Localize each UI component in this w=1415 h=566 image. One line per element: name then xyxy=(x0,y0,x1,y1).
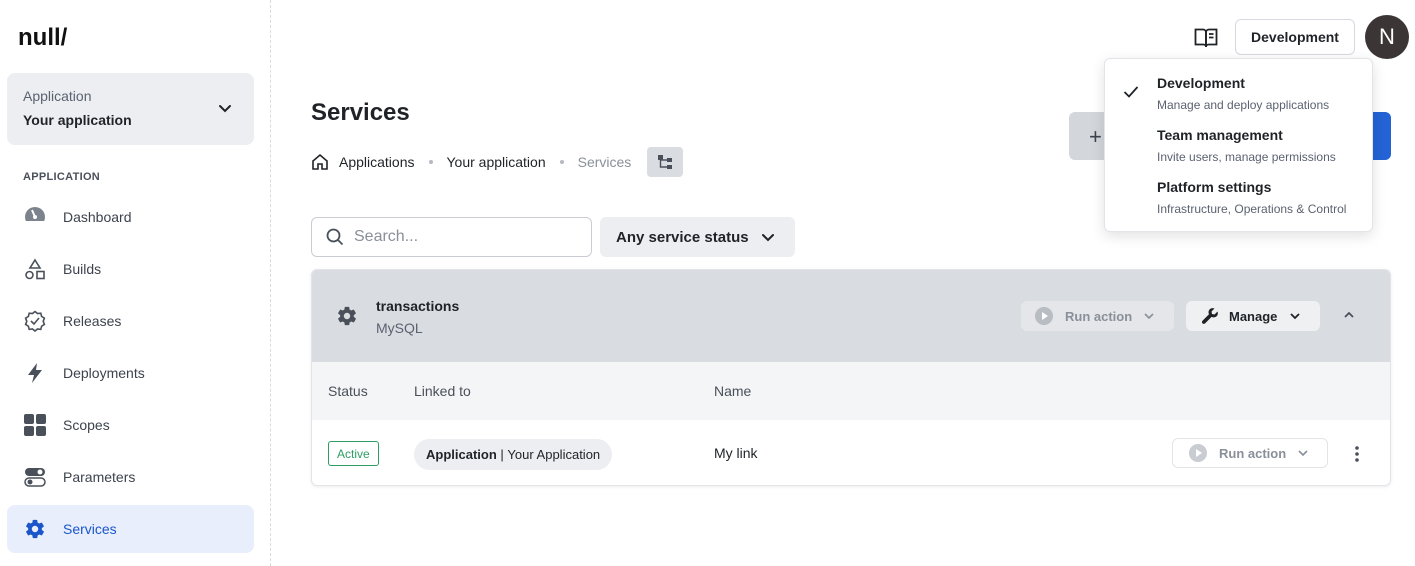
menu-item-description: Manage and deploy applications xyxy=(1157,98,1330,112)
chevron-down-icon xyxy=(1290,313,1301,320)
linked-to-kind: Application xyxy=(426,447,497,462)
service-status-filter-label: Any service status xyxy=(616,228,749,246)
breadcrumb-separator xyxy=(428,160,433,164)
check-icon xyxy=(1123,86,1139,98)
breadcrumb-your-application[interactable]: Your application xyxy=(447,154,546,170)
run-action-label: Run action xyxy=(1219,445,1287,461)
status-badge: Active xyxy=(328,441,379,466)
linked-to-chip[interactable]: Application | Your Application xyxy=(414,439,613,470)
toggles-icon xyxy=(23,465,47,489)
menu-item-development[interactable]: Development Manage and deploy applicatio… xyxy=(1105,59,1372,112)
sidebar-section-label: APPLICATION xyxy=(23,171,101,183)
sidebar-item-deployments[interactable]: Deployments xyxy=(7,349,254,397)
menu-item-title: Team management xyxy=(1157,127,1283,143)
bolt-icon xyxy=(23,361,47,385)
linked-to-name: Your Application xyxy=(507,447,601,462)
book-open-icon[interactable] xyxy=(1194,27,1218,49)
gear-icon xyxy=(338,306,356,326)
avatar[interactable]: N xyxy=(1365,15,1409,59)
sidebar-item-label: Services xyxy=(63,521,117,537)
breadcrumb-separator xyxy=(559,160,564,164)
play-action-icon xyxy=(1035,307,1053,325)
sidebar-item-label: Parameters xyxy=(63,469,136,485)
search-input[interactable] xyxy=(354,228,574,246)
chevron-down-icon xyxy=(1298,450,1308,457)
sidebar-item-releases[interactable]: Releases xyxy=(7,297,254,345)
column-name: Name xyxy=(714,383,752,399)
wrench-icon xyxy=(1201,308,1218,324)
linked-to-separator: | xyxy=(496,447,508,462)
sidebar-item-label: Releases xyxy=(63,313,122,329)
breadcrumb-services: Services xyxy=(577,154,632,170)
run-action-label: Run action xyxy=(1065,308,1133,324)
service-name: transactions xyxy=(376,298,460,314)
chevron-down-icon xyxy=(761,234,774,242)
row-run-action-button[interactable]: Run action xyxy=(1172,438,1328,468)
gear-icon xyxy=(23,517,47,541)
manage-label: Manage xyxy=(1229,308,1278,324)
sidebar-item-services[interactable]: Services xyxy=(7,505,254,553)
link-name: My link xyxy=(714,445,758,461)
sidebar-item-label: Builds xyxy=(63,261,102,277)
menu-item-description: Invite users, manage permissions xyxy=(1157,150,1336,164)
menu-item-team-management[interactable]: Team management Invite users, manage per… xyxy=(1105,111,1372,164)
page-title: Services xyxy=(311,99,410,126)
badge-check-icon xyxy=(23,309,47,333)
sidebar-item-label: Deployments xyxy=(63,365,145,381)
chevron-down-icon xyxy=(219,105,231,113)
breadcrumb-applications[interactable]: Applications xyxy=(339,154,415,170)
chevron-down-icon xyxy=(1144,313,1154,320)
links-table-header: Status Linked to Name xyxy=(312,362,1390,420)
sidebar-item-label: Dashboard xyxy=(63,209,132,225)
service-card-header: transactions MySQL Run action Manage xyxy=(312,270,1390,362)
play-action-icon xyxy=(1189,444,1207,462)
table-row[interactable]: Active Application | Your Application My… xyxy=(312,420,1390,485)
sidebar-item-parameters[interactable]: Parameters xyxy=(7,453,254,501)
shapes-icon xyxy=(23,257,47,281)
service-card: transactions MySQL Run action Manage Sta… xyxy=(311,269,1391,486)
grid-icon xyxy=(23,413,47,437)
menu-item-title: Platform settings xyxy=(1157,179,1272,195)
sidebar: null/ Application Your application APPLI… xyxy=(0,0,271,566)
menu-item-platform-settings[interactable]: Platform settings Infrastructure, Operat… xyxy=(1105,163,1372,216)
column-linked-to: Linked to xyxy=(414,383,471,399)
more-vertical-icon[interactable] xyxy=(1352,445,1362,463)
application-selector-value: Your application xyxy=(23,112,132,128)
environment-menu: Development Manage and deploy applicatio… xyxy=(1104,58,1373,232)
column-status: Status xyxy=(328,383,368,399)
service-status-filter[interactable]: Any service status xyxy=(600,217,795,257)
sidebar-item-builds[interactable]: Builds xyxy=(7,245,254,293)
chevron-up-icon[interactable] xyxy=(1342,308,1356,322)
breadcrumb: Applications Your application Services xyxy=(311,147,684,177)
menu-item-title: Development xyxy=(1157,75,1245,91)
sidebar-item-scopes[interactable]: Scopes xyxy=(7,401,254,449)
hierarchy-icon xyxy=(658,155,673,169)
search-box xyxy=(311,217,592,257)
manage-button[interactable]: Manage xyxy=(1186,301,1320,331)
home-icon[interactable] xyxy=(311,153,329,171)
null-logo[interactable]: null/ xyxy=(18,24,78,52)
sidebar-item-label: Scopes xyxy=(63,417,110,433)
gauge-icon xyxy=(23,205,47,229)
plus-icon: + xyxy=(1089,124,1102,149)
hierarchy-button[interactable] xyxy=(647,147,684,177)
svg-text:null/: null/ xyxy=(18,24,68,51)
sidebar-item-dashboard[interactable]: Dashboard xyxy=(7,193,254,241)
search-icon xyxy=(326,228,344,246)
environment-button[interactable]: Development xyxy=(1235,19,1355,55)
run-action-button[interactable]: Run action xyxy=(1021,301,1174,331)
application-selector-label: Application xyxy=(23,88,92,104)
menu-item-description: Infrastructure, Operations & Control xyxy=(1157,202,1347,216)
application-selector[interactable]: Application Your application xyxy=(7,73,254,145)
service-type: MySQL xyxy=(376,320,423,336)
